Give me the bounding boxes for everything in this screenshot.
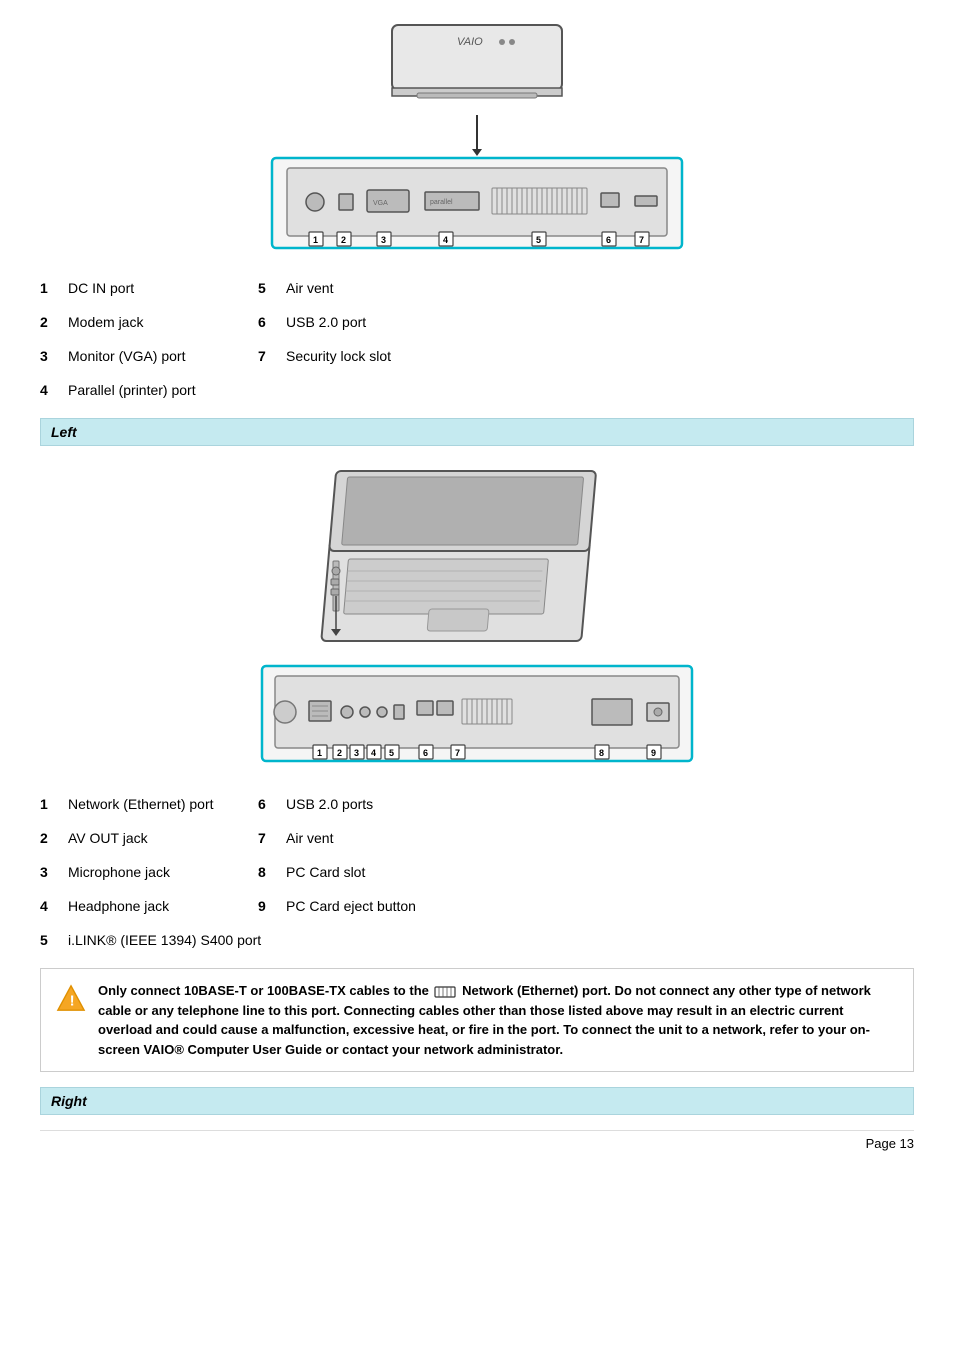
left-spec-num-3: 3 [40, 864, 70, 880]
svg-text:2: 2 [341, 235, 346, 245]
left-spec-num-9: 9 [258, 898, 288, 914]
back-specs-table: 1 DC IN port 5 Air vent 2 Modem jack 6 U… [40, 280, 914, 398]
svg-text:2: 2 [337, 748, 342, 758]
svg-text:4: 4 [443, 235, 448, 245]
back-diagram: VAIO VGA parallel [267, 20, 687, 260]
left-spec-label-pc-card-eject: PC Card eject button [286, 898, 914, 914]
back-panel-sketch: VGA parallel [267, 150, 687, 260]
laptop-left-perspective-sketch [287, 461, 667, 661]
spec-label-dc-in: DC IN port [68, 280, 268, 296]
left-spec-row-3: 3 Microphone jack 8 PC Card slot [40, 864, 914, 880]
spec-num-1: 1 [40, 280, 70, 296]
svg-text:9: 9 [651, 748, 656, 758]
left-spec-label-network: Network (Ethernet) port [68, 796, 268, 812]
left-spec-num-1: 1 [40, 796, 70, 812]
left-spec-num-5: 5 [40, 932, 70, 948]
svg-text:1: 1 [313, 235, 318, 245]
spec-label-air-vent: Air vent [286, 280, 914, 296]
svg-text:7: 7 [455, 748, 460, 758]
right-section-title: Right [51, 1093, 87, 1109]
left-spec-row-1: 1 Network (Ethernet) port 6 USB 2.0 port… [40, 796, 914, 812]
svg-text:6: 6 [423, 748, 428, 758]
svg-text:4: 4 [371, 748, 376, 758]
svg-text:1: 1 [317, 748, 322, 758]
left-diagram-container: 1 2 3 4 5 6 7 8 9 [40, 461, 914, 776]
left-spec-label-av-out: AV OUT jack [68, 830, 268, 846]
svg-text:8: 8 [599, 748, 604, 758]
svg-text:3: 3 [354, 748, 359, 758]
spec-label-modem: Modem jack [68, 314, 268, 330]
left-spec-num-8: 8 [258, 864, 288, 880]
svg-text:VAIO: VAIO [457, 36, 483, 48]
svg-text:!: ! [70, 993, 75, 1010]
left-spec-label-microphone: Microphone jack [68, 864, 268, 880]
left-spec-label-pc-card-slot: PC Card slot [286, 864, 914, 880]
spec-num-4: 4 [40, 382, 70, 398]
warning-icon: ! [56, 983, 86, 1013]
left-spec-row-2: 2 AV OUT jack 7 Air vent [40, 830, 914, 846]
left-section-title: Left [51, 424, 77, 440]
page-number-container: Page 13 [40, 1130, 914, 1151]
left-diagram: 1 2 3 4 5 6 7 8 9 [257, 461, 697, 776]
diagram-arrow [476, 115, 478, 150]
svg-text:parallel: parallel [430, 199, 453, 206]
spec-row-3: 3 Monitor (VGA) port 7 Security lock slo… [40, 348, 914, 364]
ethernet-icon-inline [434, 985, 456, 999]
left-spec-label-air-vent: Air vent [286, 830, 914, 846]
spec-label-parallel: Parallel (printer) port [68, 382, 268, 398]
warning-text: Only connect 10BASE-T or 100BASE-TX cabl… [98, 981, 898, 1059]
left-specs-table: 1 Network (Ethernet) port 6 USB 2.0 port… [40, 796, 914, 948]
spec-row-1: 1 DC IN port 5 Air vent [40, 280, 914, 296]
left-spec-num-7: 7 [258, 830, 288, 846]
spec-num-6: 6 [258, 314, 288, 330]
spec-row-2: 2 Modem jack 6 USB 2.0 port [40, 314, 914, 330]
spec-num-3: 3 [40, 348, 70, 364]
left-spec-label-headphone: Headphone jack [68, 898, 268, 914]
spec-row-4: 4 Parallel (printer) port [40, 382, 914, 398]
warning-box: ! Only connect 10BASE-T or 100BASE-TX ca… [40, 968, 914, 1072]
left-panel-sketch: 1 2 3 4 5 6 7 8 9 [257, 661, 697, 776]
left-spec-num-4: 4 [40, 898, 70, 914]
left-spec-label-ilink: i.LINK® (IEEE 1394) S400 port [68, 932, 914, 948]
spec-num-7: 7 [258, 348, 288, 364]
svg-text:3: 3 [381, 235, 386, 245]
svg-text:6: 6 [606, 235, 611, 245]
svg-text:5: 5 [389, 748, 394, 758]
left-section-header: Left [40, 418, 914, 446]
spec-label-usb: USB 2.0 port [286, 314, 914, 330]
left-spec-row-4: 4 Headphone jack 9 PC Card eject button [40, 898, 914, 914]
spec-num-2: 2 [40, 314, 70, 330]
spec-num-5: 5 [258, 280, 288, 296]
right-section-header: Right [40, 1087, 914, 1115]
left-spec-num-2: 2 [40, 830, 70, 846]
spec-label-vga: Monitor (VGA) port [68, 348, 268, 364]
laptop-top-sketch: VAIO [362, 20, 592, 115]
spec-label-security-lock: Security lock slot [286, 348, 914, 364]
left-spec-row-5: 5 i.LINK® (IEEE 1394) S400 port [40, 932, 914, 948]
left-spec-label-usb-ports: USB 2.0 ports [286, 796, 914, 812]
left-spec-num-6: 6 [258, 796, 288, 812]
svg-text:5: 5 [536, 235, 541, 245]
page-number: Page 13 [866, 1136, 914, 1151]
svg-text:VGA: VGA [373, 200, 388, 207]
back-diagram-container: VAIO VGA parallel [40, 20, 914, 260]
svg-text:7: 7 [639, 235, 644, 245]
